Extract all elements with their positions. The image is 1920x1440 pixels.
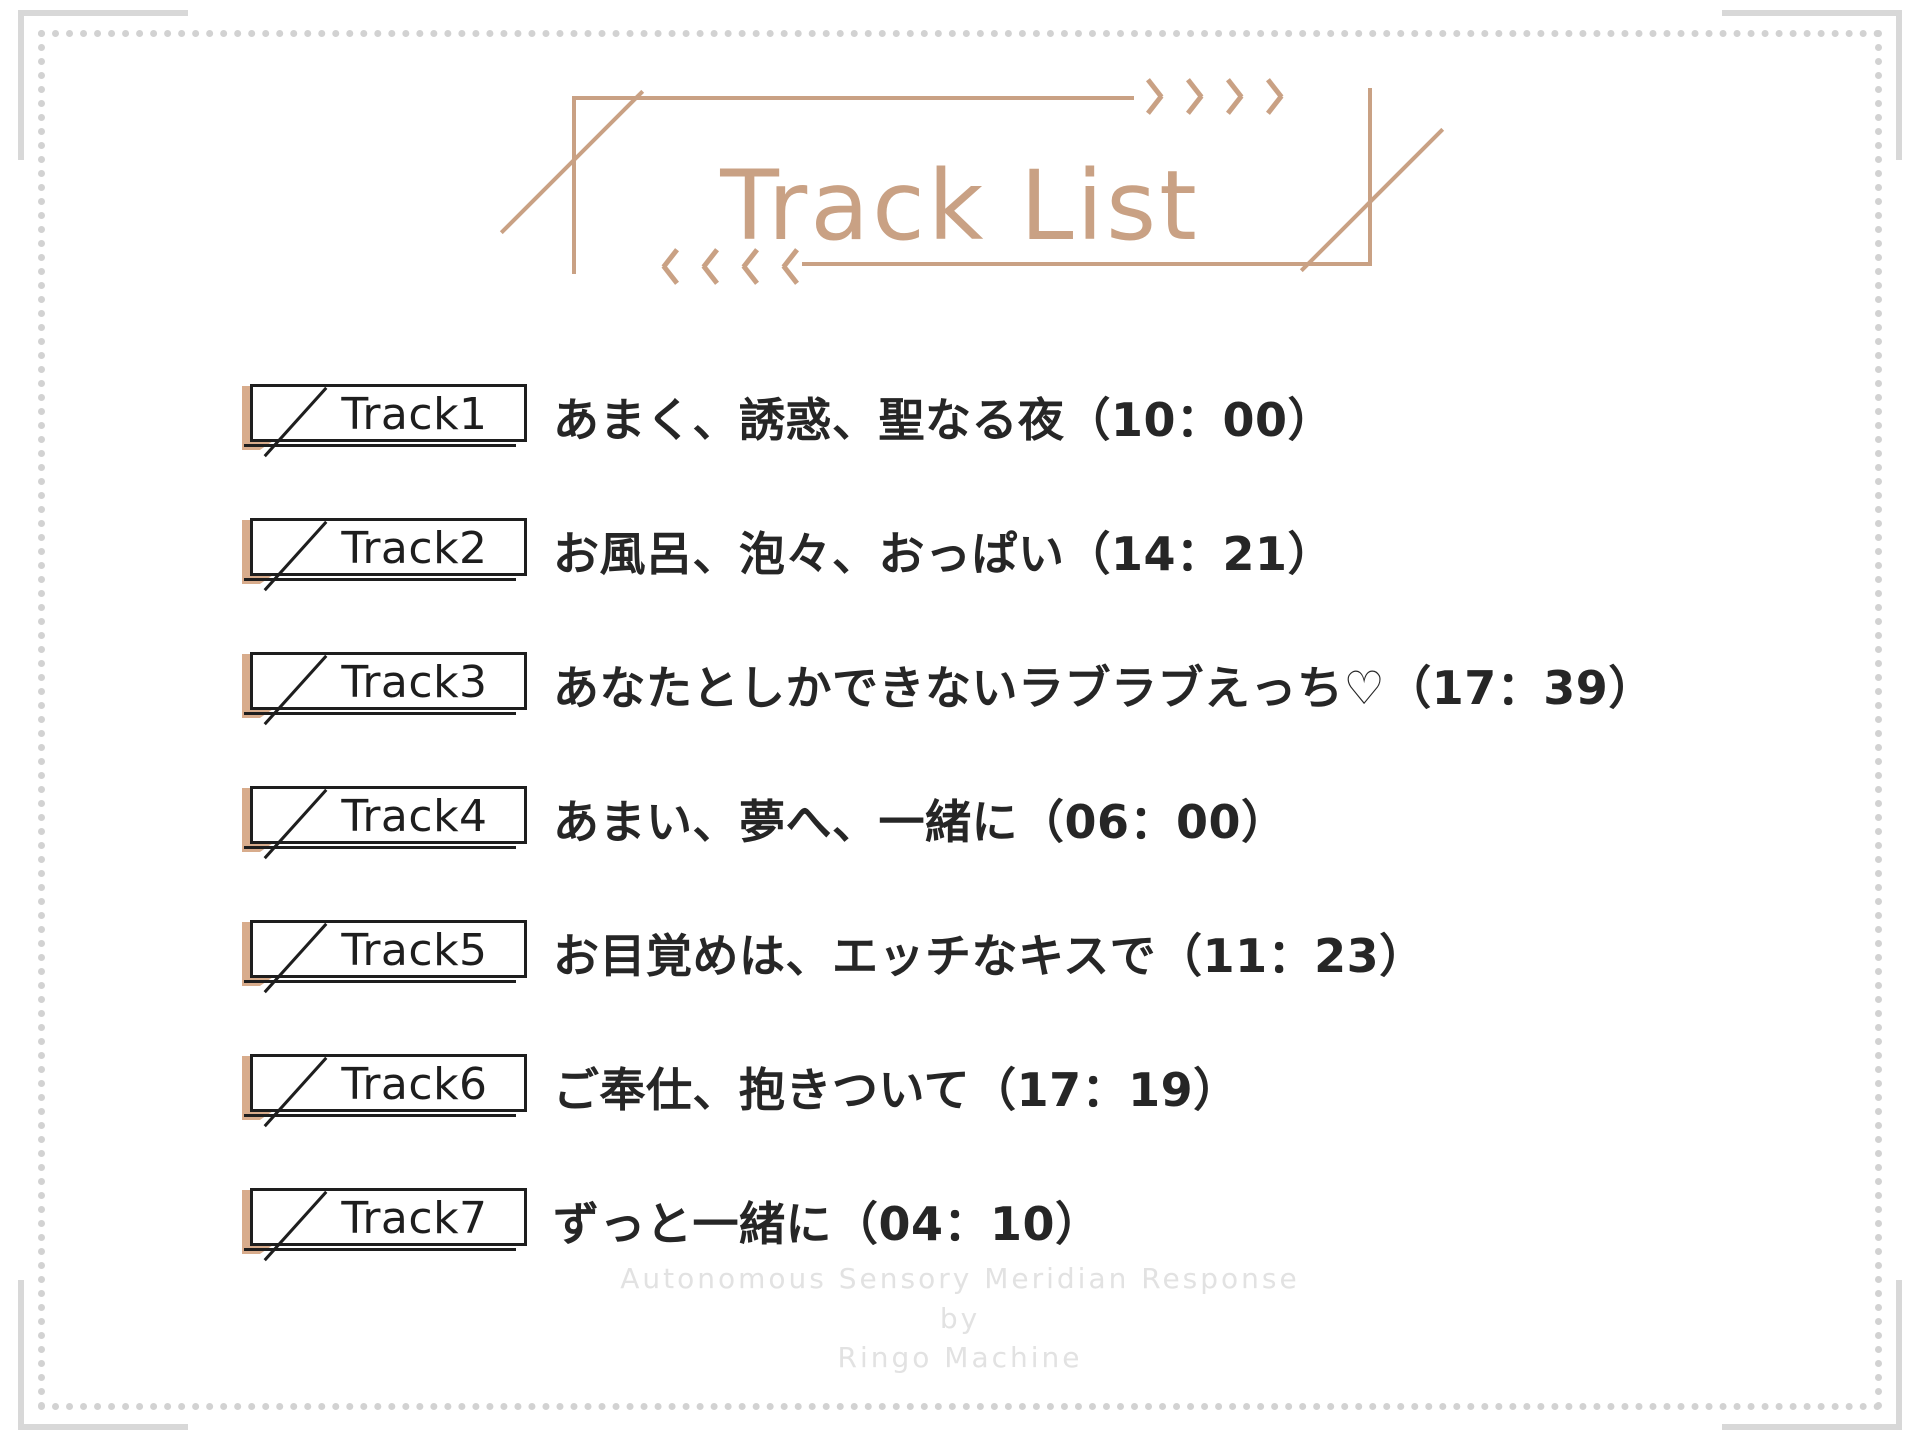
track-badge: Track7 [242,1188,527,1254]
badge-underline [244,712,516,715]
track-title: ご奉仕、抱きついて（17：19） [553,1063,1240,1117]
track-list: Track1 あまく、誘惑、聖なる夜（10：00） Track2 お風呂、泡々、… [242,378,1840,1316]
track-number-label: Track1 [341,388,488,440]
track-row: Track7 ずっと一緒に（04：10） [242,1182,1840,1260]
page-title: Track List [720,150,1200,262]
track-title: あまく、誘惑、聖なる夜（10：00） [553,393,1335,447]
track-title: あなたとしかできないラブラブえっち♡（17：39） [553,661,1655,715]
badge-underline [244,1248,516,1251]
track-number-label: Track5 [341,924,488,976]
track-row: Track4 あまい、夢へ、一緒に（06：00） [242,780,1840,858]
track-badge: Track5 [242,920,527,986]
title-block: Track List [0,62,1920,302]
track-number-label: Track3 [341,656,488,708]
badge-underline [244,980,516,983]
track-row: Track2 お風呂、泡々、おっぱい（14：21） [242,512,1840,590]
track-row: Track1 あまく、誘惑、聖なる夜（10：00） [242,378,1840,456]
chevron-right-icon [1148,74,1174,118]
chevron-right-icon [1228,74,1254,118]
footer-line-2: by [939,1301,981,1335]
content-stage: Track List Track1 あまく、誘惑、聖なる夜（10：00） Tra… [0,0,1920,1440]
track-title: あまい、夢へ、一緒に（06：00） [553,795,1288,849]
track-row: Track6 ご奉仕、抱きついて（17：19） [242,1048,1840,1126]
footer-credits: Autonomous Sensory Meridian Response by … [0,1259,1920,1378]
badge-underline [244,1114,516,1117]
footer-line-1: Autonomous Sensory Meridian Response [620,1261,1300,1295]
badge-underline [244,846,516,849]
track-number-label: Track7 [341,1192,488,1244]
page-background: Track List Track1 あまく、誘惑、聖なる夜（10：00） Tra… [0,0,1920,1440]
track-row: Track5 お目覚めは、エッチなキスで（11：23） [242,914,1840,992]
track-row: Track3 あなたとしかできないラブラブえっち♡（17：39） [242,646,1840,724]
chevron-right-group [1148,74,1294,118]
track-badge: Track6 [242,1054,527,1120]
track-title: お目覚めは、エッチなキスで（11：23） [553,929,1426,983]
track-badge: Track2 [242,518,527,584]
track-title: お風呂、泡々、おっぱい（14：21） [553,527,1335,581]
track-badge: Track1 [242,384,527,450]
track-badge: Track4 [242,786,527,852]
frame-line-bottom [802,262,1372,266]
footer-line-3: Ringo Machine [837,1341,1083,1375]
chevron-right-icon [1268,74,1294,118]
track-number-label: Track6 [341,1058,488,1110]
frame-line-top [572,96,1134,100]
track-number-label: Track2 [341,522,488,574]
track-number-label: Track4 [341,790,488,842]
track-badge: Track3 [242,652,527,718]
chevron-right-icon [1188,74,1214,118]
track-title: ずっと一緒に（04：10） [553,1197,1102,1251]
badge-underline [244,578,516,581]
badge-underline [244,444,516,447]
